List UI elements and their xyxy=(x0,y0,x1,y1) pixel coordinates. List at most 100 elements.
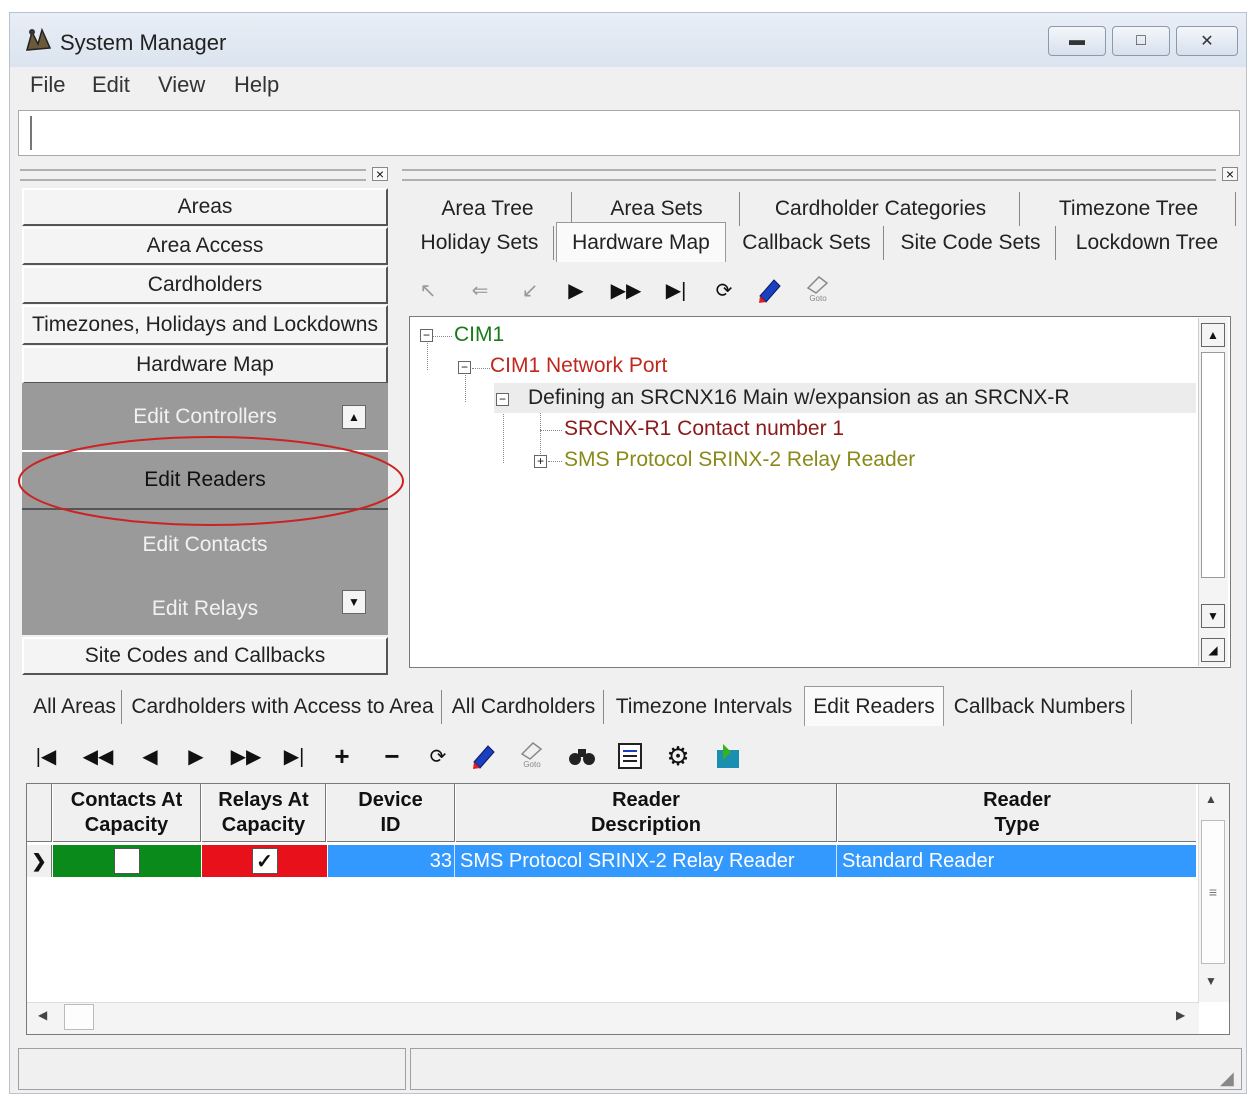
nav-area-access[interactable]: Area Access xyxy=(22,227,388,265)
next-page-record-icon[interactable]: ▶▶ xyxy=(230,740,262,772)
add-record-icon[interactable]: + xyxy=(326,740,358,772)
nav-cardholders[interactable]: Cardholders xyxy=(22,266,388,304)
menu-help[interactable]: Help xyxy=(234,72,279,98)
nav-site-codes-callbacks[interactable]: Site Codes and Callbacks xyxy=(22,637,388,675)
tab-holiday-sets[interactable]: Holiday Sets xyxy=(406,226,554,260)
menu-edit[interactable]: Edit xyxy=(92,72,130,98)
tab-edit-readers[interactable]: Edit Readers xyxy=(804,686,944,726)
left-pane-grip[interactable] xyxy=(20,169,366,181)
grid-scroll-right-icon[interactable]: ▶ xyxy=(1176,1008,1185,1022)
export-icon[interactable] xyxy=(712,740,744,772)
minimize-button[interactable]: ▬ xyxy=(1048,26,1106,56)
close-window-button[interactable]: ✕ xyxy=(1176,26,1238,56)
tree-scroll-down-icon[interactable]: ▼ xyxy=(1201,604,1225,628)
tree-scroll-up-icon[interactable]: ▲ xyxy=(1201,323,1225,347)
tree-node-cim1[interactable]: CIM1 xyxy=(454,323,504,347)
col-header-contacts-at-capacity[interactable]: Contacts At Capacity xyxy=(53,784,201,842)
tab-timezone-tree[interactable]: Timezone Tree xyxy=(1022,192,1236,226)
scroll-down-icon[interactable]: ▼ xyxy=(342,590,366,614)
contacts-capacity-checkbox[interactable] xyxy=(114,848,140,874)
grid-scroll-down-icon[interactable]: ▼ xyxy=(1205,974,1217,988)
tab-cardholders-with-access[interactable]: Cardholders with Access to Area xyxy=(124,690,442,724)
prev-page-disabled-icon[interactable]: ⇐ xyxy=(464,274,496,306)
tab-lockdown-tree[interactable]: Lockdown Tree xyxy=(1058,226,1236,260)
tab-area-tree[interactable]: Area Tree xyxy=(404,192,572,226)
find-binoculars-icon[interactable] xyxy=(566,740,598,772)
toolbar-grip[interactable] xyxy=(30,116,32,150)
prev-disabled-icon[interactable]: ↙ xyxy=(514,274,546,306)
grid-hscroll-thumb[interactable] xyxy=(64,1004,94,1030)
resize-grip-icon[interactable]: ◢ xyxy=(1220,1068,1234,1089)
scroll-up-icon[interactable]: ▲ xyxy=(342,405,366,429)
status-panel-left xyxy=(18,1048,406,1090)
prev-page-icon[interactable]: ◀◀ xyxy=(82,740,114,772)
goto-record-icon[interactable]: Goto xyxy=(516,738,548,770)
tab-all-areas[interactable]: All Areas xyxy=(28,690,122,724)
menu-file[interactable]: File xyxy=(30,72,65,98)
col-header-reader-type[interactable]: Reader Type xyxy=(838,784,1196,842)
tree-node-contact-1[interactable]: SRCNX-R1 Contact number 1 xyxy=(564,417,844,441)
tree-node-srcnx16-main[interactable]: Defining an SRCNX16 Main w/expansion as … xyxy=(528,386,1070,410)
col-header-reader-description[interactable]: Reader Description xyxy=(456,784,837,842)
tree-node-network-port[interactable]: CIM1 Network Port xyxy=(490,354,667,378)
cell-device-id[interactable]: 33 xyxy=(328,845,452,877)
tab-callback-numbers[interactable]: Callback Numbers xyxy=(948,690,1132,724)
prev-record-icon[interactable]: ◀ xyxy=(134,740,166,772)
tree-resize-icon[interactable]: ◢ xyxy=(1201,638,1225,662)
grid-scroll-up-icon[interactable]: ▲ xyxy=(1205,792,1217,806)
nav-hardware-map[interactable]: Hardware Map xyxy=(22,346,388,384)
next-icon[interactable]: ▶ xyxy=(560,274,592,306)
tab-callback-sets[interactable]: Callback Sets xyxy=(730,226,884,260)
menu-view[interactable]: View xyxy=(158,72,205,98)
refresh-records-icon[interactable]: ⟳ xyxy=(422,740,454,772)
grid-scroll-thumb[interactable]: ≡ xyxy=(1201,820,1225,964)
next-record-icon[interactable]: ▶ xyxy=(180,740,212,772)
nav-edit-relays[interactable]: Edit Relays xyxy=(22,578,388,640)
last-icon[interactable]: ▶| xyxy=(660,274,692,306)
refresh-icon[interactable]: ⟳ xyxy=(708,274,740,306)
collapse-icon[interactable]: − xyxy=(420,329,433,342)
next-page-icon[interactable]: ▶▶ xyxy=(610,274,642,306)
tree-scroll-thumb[interactable] xyxy=(1201,352,1225,578)
col-header-line: Reader xyxy=(612,788,680,811)
row-header-corner xyxy=(27,784,52,842)
tree-node-relay-reader[interactable]: SMS Protocol SRINX-2 Relay Reader xyxy=(564,448,915,472)
relays-capacity-checkbox[interactable]: ✓ xyxy=(251,848,278,874)
tab-all-cardholders[interactable]: All Cardholders xyxy=(444,690,604,724)
col-header-relays-at-capacity[interactable]: Relays At Capacity xyxy=(202,784,326,842)
first-disabled-icon[interactable]: ↖ xyxy=(412,274,444,306)
report-icon[interactable] xyxy=(614,740,646,772)
expand-icon[interactable]: + xyxy=(534,455,547,468)
settings-gear-icon[interactable]: ⚙ xyxy=(662,740,694,772)
collapse-icon[interactable]: − xyxy=(458,361,471,374)
first-record-icon[interactable]: |◀ xyxy=(30,740,62,772)
delete-record-icon[interactable]: − xyxy=(376,740,408,772)
grid-horizontal-scrollbar[interactable] xyxy=(27,1002,1199,1034)
nav-areas[interactable]: Areas xyxy=(22,188,388,226)
cell-reader-description[interactable]: SMS Protocol SRINX-2 Relay Reader xyxy=(460,845,836,877)
cell-relays-at-capacity[interactable]: ✓ xyxy=(202,845,327,877)
tree-connector xyxy=(432,336,452,337)
goto-icon[interactable]: Goto xyxy=(802,272,834,304)
cell-reader-type[interactable]: Standard Reader xyxy=(842,845,1196,877)
last-record-icon[interactable]: ▶| xyxy=(278,740,310,772)
edit-record-icon[interactable] xyxy=(468,740,500,772)
grid-scroll-left-icon[interactable]: ◀ xyxy=(38,1008,47,1022)
cell-contacts-at-capacity[interactable] xyxy=(53,845,201,877)
row-indicator-icon[interactable]: ❯ xyxy=(27,845,52,877)
tab-site-code-sets[interactable]: Site Code Sets xyxy=(886,226,1056,260)
tab-cardholder-categories[interactable]: Cardholder Categories xyxy=(742,192,1020,226)
collapse-icon[interactable]: − xyxy=(496,393,509,406)
edit-bookmark-icon[interactable] xyxy=(754,274,786,306)
tree-connector xyxy=(472,368,490,369)
left-pane-close-icon[interactable]: × xyxy=(372,167,388,181)
col-header-line: Reader xyxy=(983,788,1051,811)
nav-timezones-holidays-lockdowns[interactable]: Timezones, Holidays and Lockdowns xyxy=(22,305,388,345)
maximize-button[interactable]: □ xyxy=(1112,26,1170,56)
right-pane-close-icon[interactable]: × xyxy=(1222,167,1238,181)
tab-area-sets[interactable]: Area Sets xyxy=(574,192,740,226)
right-pane-grip[interactable] xyxy=(402,169,1216,181)
tab-hardware-map[interactable]: Hardware Map xyxy=(556,222,726,262)
col-header-device-id[interactable]: Device ID xyxy=(327,784,455,842)
tab-timezone-intervals[interactable]: Timezone Intervals xyxy=(606,690,802,724)
